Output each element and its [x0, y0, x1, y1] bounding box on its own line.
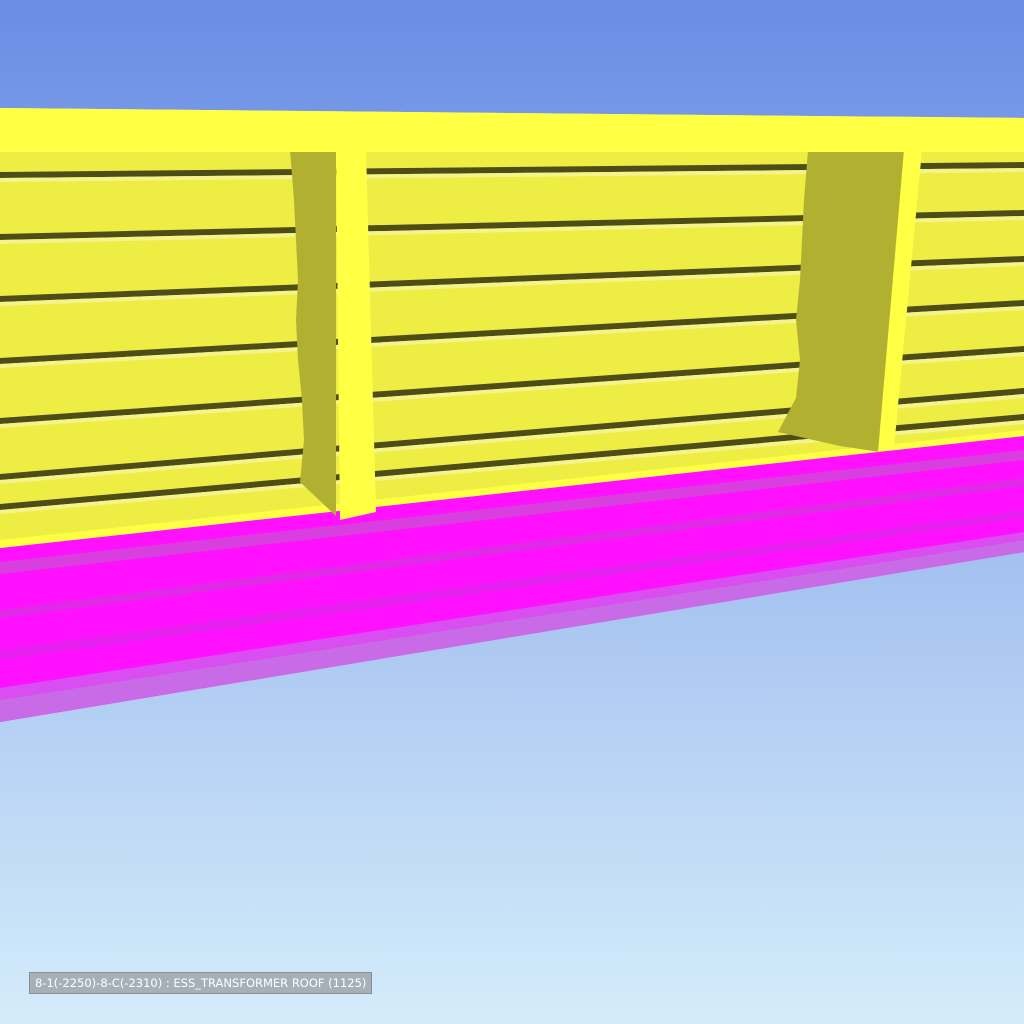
3d-viewport[interactable]: 8-1(-2250)-8-C(-2310) : ESS_TRANSFORMER …: [0, 0, 1024, 1024]
scene-canvas[interactable]: [0, 0, 1024, 1024]
buttress-left[interactable]: [290, 150, 376, 520]
status-label: 8-1(-2250)-8-C(-2310) : ESS_TRANSFORMER …: [29, 972, 373, 994]
